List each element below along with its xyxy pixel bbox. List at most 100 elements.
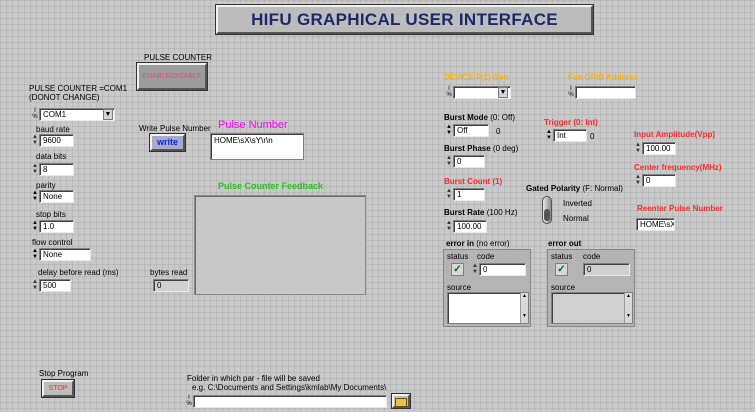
stop-bits-field[interactable]: 1.0	[39, 220, 74, 233]
burst-phase-label: Burst Phase (0 deg)	[444, 144, 518, 153]
reenter-pulse-field[interactable]: HOME\sX\	[636, 218, 675, 231]
folder-browse-button[interactable]	[391, 393, 411, 409]
error-out-source-label: source	[551, 283, 576, 292]
enable-disable-button[interactable]: ENABLE/DISABLE	[136, 62, 208, 91]
ring-icon[interactable]: ▲ ▼	[31, 190, 39, 203]
gpib-ring-icon[interactable]: I%	[567, 86, 575, 99]
error-in-code-label: code	[477, 252, 495, 261]
error-in-hint: (no error)	[476, 239, 510, 248]
burst-mode-text: Burst Mode	[444, 113, 488, 122]
gated-polarity-toggle[interactable]	[542, 196, 552, 224]
pulse-number-value: HOME\sX\sY\r\n	[214, 136, 273, 145]
reenter-pulse-label: Reenter Pulse Number	[637, 204, 723, 213]
com-port-value: COM1	[43, 110, 67, 119]
burst-phase-hint: (0 deg)	[492, 144, 519, 153]
baud-rate-field[interactable]: 9600	[39, 134, 74, 147]
error-in-title: error in	[446, 239, 475, 248]
folder-label-line2: e.g. C:\Documents and Settings\kmlab\My …	[192, 383, 387, 392]
port-ring-icon[interactable]: I%	[31, 108, 39, 121]
gated-option-inverted: Inverted	[563, 199, 592, 208]
error-out-source-field	[551, 292, 633, 324]
scrollbar[interactable]: ▲ ▼	[624, 293, 632, 323]
spin-icon[interactable]: ▲ ▼	[445, 155, 453, 168]
ring-icon[interactable]: ▲ ▼	[31, 248, 39, 261]
port-note-line1: PULSE COUNTER =COM1	[29, 84, 128, 93]
checkmark-icon[interactable]: ✓	[451, 263, 464, 276]
flow-control-label: flow control	[32, 238, 73, 247]
baud-rate-label: baud rate	[36, 125, 70, 134]
spin-icon[interactable]: ▲ ▼	[445, 220, 453, 233]
error-in-source-field[interactable]	[447, 292, 529, 324]
error-in-cluster: status code ✓ ▲ ▼ 0 source ▲ ▼	[443, 249, 531, 327]
data-bits-field[interactable]: 8	[39, 163, 74, 176]
ring-icon[interactable]: ▲ ▼	[31, 220, 39, 233]
spin-icon[interactable]: ▲ ▼	[31, 163, 39, 176]
gated-polarity-label: Gated Polarity (F: Normal)	[526, 184, 623, 193]
spin-icon[interactable]: ▲ ▼	[634, 142, 642, 155]
error-out-cluster: status code ✓ 0 source ▲ ▼	[547, 249, 635, 327]
error-out-title: error out	[548, 239, 582, 248]
folder-path-field[interactable]	[193, 395, 387, 408]
device-label: DEVICE F(1) Gen	[444, 73, 509, 82]
title-box: HIFU GRAPHICAL USER INTERFACE	[215, 4, 594, 35]
spin-icon[interactable]: ▲ ▼	[31, 279, 39, 292]
path-ring-icon[interactable]: I%	[185, 395, 193, 408]
input-amplitude-label: Input Amplitude(Vpp)	[634, 130, 716, 139]
stop-button[interactable]: STOP	[41, 379, 75, 398]
burst-rate-hint: (100 Hz)	[486, 208, 518, 217]
error-out-label: error out	[548, 239, 581, 248]
gated-polarity-text: Gated Polarity	[526, 184, 581, 193]
burst-mode-field[interactable]: Off	[453, 124, 489, 137]
ring-icon[interactable]: ▲ ▼	[445, 124, 453, 137]
chevron-down-icon[interactable]: ▼	[498, 87, 508, 98]
spin-icon[interactable]: ▲ ▼	[471, 263, 479, 276]
stop-program-label: Stop Program	[39, 369, 89, 378]
burst-phase-field[interactable]: 0	[453, 155, 485, 168]
chevron-down-icon[interactable]: ▼	[103, 109, 113, 120]
pulse-number-title: Pulse Number	[218, 119, 288, 131]
flow-control-field[interactable]: None	[39, 248, 91, 261]
ring-icon[interactable]: ▲ ▼	[545, 129, 553, 142]
bytes-read-field: 0	[153, 279, 189, 292]
error-out-code-field: 0	[583, 263, 630, 276]
port-note-line2: (DONOT CHANGE)	[29, 93, 100, 102]
toggle-lever	[544, 209, 550, 221]
spin-icon[interactable]: ▲ ▼	[634, 174, 642, 187]
spin-icon[interactable]: ▲ ▼	[31, 134, 39, 147]
page-title: HIFU GRAPHICAL USER INTERFACE	[251, 10, 558, 29]
feedback-title: Pulse Counter Feedback	[218, 181, 324, 191]
error-out-status-label: status	[551, 252, 573, 261]
error-in-code-field[interactable]: 0	[479, 263, 526, 276]
checkmark-icon: ✓	[555, 263, 568, 276]
folder-icon	[395, 398, 407, 407]
scrollbar[interactable]: ▲ ▼	[520, 293, 528, 323]
burst-mode-num: 0	[496, 127, 501, 136]
input-amplitude-field[interactable]: 100.00	[642, 142, 676, 155]
error-in-status-label: status	[447, 252, 469, 261]
device-ring-icon[interactable]: I%	[445, 86, 453, 99]
gated-polarity-hint: (F: Normal)	[582, 184, 623, 193]
pulse-number-input[interactable]: HOME\sX\sY\r\n	[210, 133, 304, 160]
burst-mode-hint: (0: Off)	[490, 113, 515, 122]
center-frequency-field[interactable]: 0	[642, 174, 676, 187]
write-pulse-number-label: Pulse Number	[160, 124, 211, 133]
write-button-label: write	[156, 137, 178, 147]
error-out-code-label: code	[583, 252, 601, 261]
folder-label-line1: Folder in which par - file will be saved	[187, 374, 320, 383]
data-bits-label: data bits	[36, 152, 67, 161]
write-button[interactable]: write	[149, 133, 186, 152]
parity-field[interactable]: None	[39, 190, 74, 203]
trigger-field[interactable]: Int	[553, 129, 587, 142]
gpib-address-field[interactable]	[575, 86, 636, 99]
burst-rate-field[interactable]: 100.00	[453, 220, 487, 233]
feedback-display	[194, 195, 366, 295]
spin-icon[interactable]: ▲ ▼	[445, 188, 453, 201]
stop-button-label: STOP	[48, 385, 68, 392]
burst-count-label: Burst Count (1)	[444, 177, 503, 186]
pulse-counter-label: PULSE COUNTER	[144, 53, 213, 62]
delay-field[interactable]: 500	[39, 279, 71, 292]
trigger-label: Trigger (0: Int)	[544, 118, 598, 127]
gpib-address-label: Fen GPIB Address	[568, 73, 638, 82]
bytes-read-label: bytes read	[150, 268, 188, 277]
burst-count-field[interactable]: 1	[453, 188, 485, 201]
